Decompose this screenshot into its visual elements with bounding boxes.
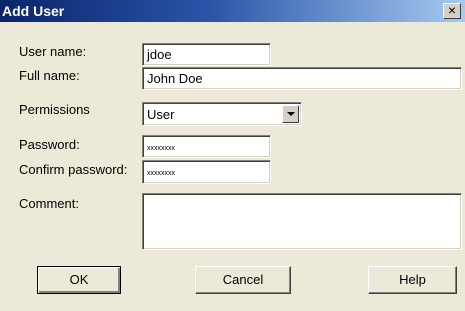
fullname-label: Full name: [19, 68, 80, 83]
fullname-input[interactable]: John Doe [142, 67, 462, 90]
close-icon: × [447, 2, 457, 18]
permissions-label: Permissions [19, 102, 90, 117]
comment-textarea[interactable] [142, 193, 462, 250]
title-bar[interactable]: Add User × [0, 0, 465, 22]
cancel-button[interactable]: Cancel [195, 266, 291, 294]
permissions-select[interactable]: User [142, 102, 302, 126]
username-label: User name: [19, 44, 87, 59]
fullname-value: John Doe [147, 71, 203, 86]
password-input[interactable]: xxxxxxxx [142, 135, 271, 158]
chevron-down-icon[interactable] [282, 105, 299, 123]
permissions-value: User [147, 107, 175, 122]
close-button[interactable]: × [443, 3, 461, 19]
confirm-password-value: xxxxxxxx [147, 170, 175, 177]
add-user-dialog: Add User × User name: jdoe Full name: Jo… [0, 0, 465, 311]
ok-button[interactable]: OK [37, 266, 121, 294]
confirm-password-label: Confirm password: [19, 162, 128, 177]
password-label: Password: [19, 137, 80, 152]
username-input[interactable]: jdoe [142, 43, 271, 66]
password-value: xxxxxxxx [147, 145, 175, 152]
comment-label: Comment: [19, 196, 79, 211]
help-button[interactable]: Help [368, 266, 457, 294]
username-value: jdoe [147, 47, 172, 62]
confirm-password-input[interactable]: xxxxxxxx [142, 160, 271, 184]
window-title: Add User [2, 3, 65, 19]
